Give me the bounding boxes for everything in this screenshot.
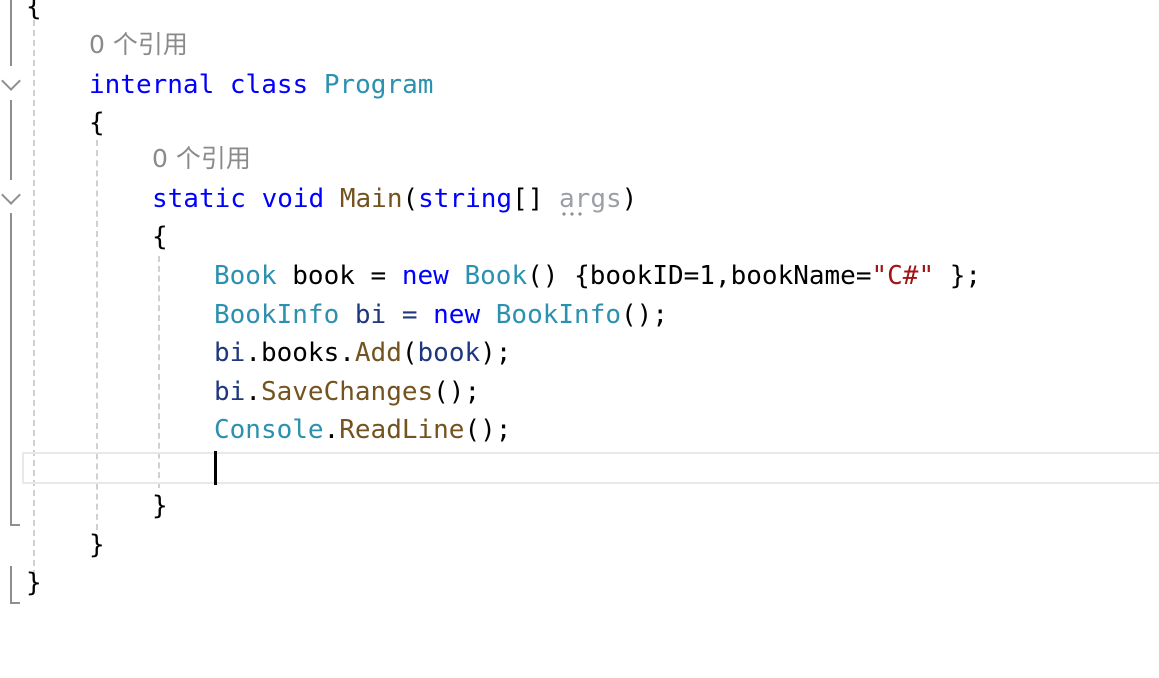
paren: ( xyxy=(402,184,419,214)
code-line[interactable]: BookInfo bi = new BookInfo(); xyxy=(0,296,668,334)
statement: Console.ReadLine(); xyxy=(214,411,511,449)
type-name: BookInfo xyxy=(480,300,622,330)
code-line[interactable]: } xyxy=(0,526,105,564)
statement: bi.SaveChanges(); xyxy=(214,373,480,411)
variable: bi xyxy=(214,338,246,368)
variable: book = xyxy=(276,261,402,291)
code-line[interactable]: } xyxy=(0,487,168,525)
type-name: Book xyxy=(214,261,277,291)
type-name: Book xyxy=(448,261,528,291)
paren: ( xyxy=(401,338,418,368)
type-name: Console xyxy=(214,415,324,445)
keyword: class xyxy=(229,70,309,100)
paren: ) xyxy=(621,184,638,214)
brace: { xyxy=(26,0,42,22)
codelens-line[interactable]: 0 个引用 xyxy=(0,140,251,178)
method-name: Add xyxy=(354,338,402,368)
code-line[interactable]: { xyxy=(0,218,168,256)
unused-hint-dots xyxy=(560,212,586,216)
property: books xyxy=(260,338,340,368)
current-line-highlight xyxy=(22,452,1159,484)
class-name: Program xyxy=(323,70,434,100)
brace: } xyxy=(89,530,105,560)
variable: bi xyxy=(214,377,246,407)
code-line[interactable]: bi.SaveChanges(); xyxy=(0,373,480,411)
dot: . xyxy=(339,338,355,368)
code-line[interactable]: static void Main(string[] args) xyxy=(0,180,637,218)
text-caret xyxy=(214,451,217,485)
method-name: ReadLine xyxy=(339,415,465,445)
code-line[interactable]: internal class Program xyxy=(0,66,433,104)
keyword: string xyxy=(418,184,513,214)
dot: . xyxy=(245,377,261,407)
unused-parameter: args xyxy=(559,184,622,214)
codelens-references[interactable]: 0 个引用 xyxy=(152,140,251,178)
keyword: static xyxy=(152,184,246,214)
statement: bi.books.Add(book); xyxy=(214,334,511,372)
dot: . xyxy=(323,415,340,445)
codelens-line[interactable]: 0 个引用 xyxy=(0,26,188,64)
code-line[interactable]: } xyxy=(0,564,63,602)
terminator: }; xyxy=(934,261,982,291)
initializer: () {bookID=1,bookName= xyxy=(527,261,872,291)
code-line[interactable]: Console.ReadLine(); xyxy=(0,411,511,449)
code-line[interactable]: Book book = new Book() {bookID=1,bookNam… xyxy=(0,257,981,295)
code-line[interactable]: { xyxy=(0,0,63,26)
statement: BookInfo bi = new BookInfo(); xyxy=(214,296,668,334)
terminator: (); xyxy=(621,300,668,330)
brackets: [] xyxy=(512,184,544,214)
brace: } xyxy=(26,568,42,598)
code-line[interactable]: { xyxy=(0,104,105,142)
method-name: SaveChanges xyxy=(260,377,434,407)
variable: bi = xyxy=(339,300,434,330)
code-line[interactable]: bi.books.Add(book); xyxy=(0,334,511,372)
type-name: BookInfo xyxy=(214,300,340,330)
keyword: new xyxy=(401,261,449,291)
code-editor[interactable]: { 0 个引用 internal class Program { 0 个引用 s… xyxy=(0,0,1159,639)
brace: { xyxy=(89,108,105,138)
variable: book xyxy=(417,338,481,368)
codelens-references[interactable]: 0 个引用 xyxy=(89,26,188,64)
keyword: new xyxy=(433,300,481,330)
keyword: void xyxy=(261,184,325,214)
terminator: (); xyxy=(433,377,481,407)
terminator: ); xyxy=(480,338,512,368)
class-declaration: internal class Program xyxy=(89,66,433,104)
terminator: (); xyxy=(464,415,512,445)
string-literal: "C#" xyxy=(871,261,935,291)
method-name: Main xyxy=(339,184,403,214)
brace: } xyxy=(152,491,168,521)
brace: { xyxy=(152,222,168,252)
dot: . xyxy=(245,338,261,368)
statement: Book book = new Book() {bookID=1,bookNam… xyxy=(214,257,981,295)
keyword: internal xyxy=(89,70,215,100)
